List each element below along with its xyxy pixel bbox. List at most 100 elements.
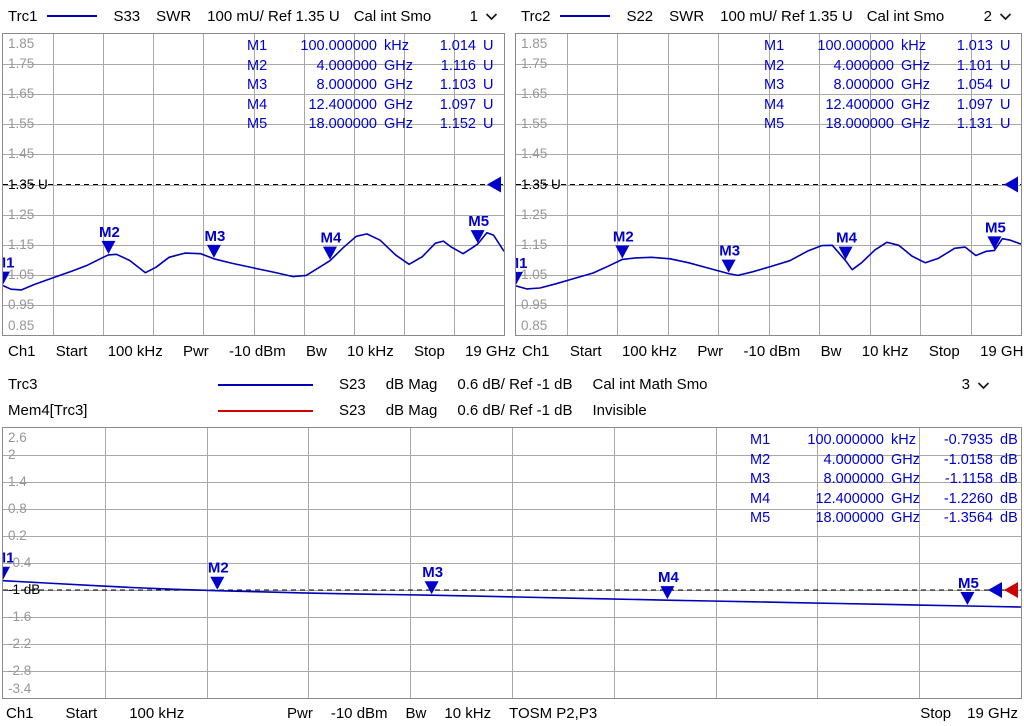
marker-triangle-icon[interactable] bbox=[660, 586, 674, 599]
marker-table-row: M38.000000GHz-1.1158dB bbox=[750, 470, 1018, 490]
marker-value: -1.3564 bbox=[927, 509, 993, 529]
scale-label: 0.6 dB/ Ref -1 dB bbox=[457, 402, 572, 419]
chart-area-2[interactable]: M1M2M3M4M5 1.851.751.651.551.451.35 U1.2… bbox=[515, 33, 1022, 336]
marker-table-row: M1100.000000kHz1.013U bbox=[764, 37, 1018, 57]
marker-label: M4 bbox=[836, 230, 857, 247]
trace-line-sample-icon bbox=[218, 384, 313, 386]
value-unit: dB bbox=[993, 490, 1018, 510]
chevron-down-icon[interactable] bbox=[977, 382, 990, 390]
ref-level-arrow-icon[interactable] bbox=[988, 582, 1002, 598]
window-number: 1 bbox=[470, 8, 478, 25]
marker-frequency: 8.000000 bbox=[794, 76, 894, 96]
marker-name: M3 bbox=[247, 76, 277, 96]
marker-frequency: 4.000000 bbox=[277, 57, 377, 77]
scale-label: 100 mU/ Ref 1.35 U bbox=[207, 8, 340, 25]
marker-table-1: M1100.000000kHz1.014UM24.000000GHz1.116U… bbox=[247, 37, 501, 135]
marker-M4[interactable]: M4 bbox=[658, 569, 679, 599]
chart-area-3[interactable]: M1M2M3M4M5 2.621.40.80.2-0.4-1 dB-1.6-2.… bbox=[2, 427, 1022, 699]
marker-triangle-icon[interactable] bbox=[960, 592, 974, 605]
y-tick-label: 0.8 bbox=[8, 501, 27, 516]
channel-setting-label: 100 kHz bbox=[129, 705, 184, 722]
memory-line-sample-icon bbox=[218, 410, 313, 412]
marker-M4[interactable]: M4 bbox=[836, 230, 857, 260]
marker-value: 1.103 bbox=[420, 76, 476, 96]
marker-label: M2 bbox=[208, 560, 229, 577]
marker-M5[interactable]: M5 bbox=[468, 213, 489, 243]
ref-level-arrow-icon[interactable] bbox=[487, 177, 501, 193]
trace-header-1[interactable]: Trc1 S33 SWR 100 mU/ Ref 1.35 U Cal int … bbox=[0, 0, 510, 32]
channel-footer-1: Ch1Start100 kHzPwr-10 dBmBw10 kHzStop19 … bbox=[0, 337, 524, 365]
frequency-unit: GHz bbox=[377, 57, 420, 77]
value-unit: U bbox=[993, 57, 1018, 77]
marker-M2[interactable]: M2 bbox=[613, 228, 634, 258]
trace-header-2[interactable]: Trc2 S22 SWR 100 mU/ Ref 1.35 U Cal int … bbox=[513, 0, 1024, 32]
marker-label: M3 bbox=[422, 564, 443, 581]
marker-value: 1.097 bbox=[937, 96, 993, 116]
y-tick-label: 0.85 bbox=[8, 318, 34, 333]
marker-name: M2 bbox=[247, 57, 277, 77]
marker-triangle-icon[interactable] bbox=[210, 577, 224, 590]
sparam-label: S23 bbox=[339, 376, 366, 393]
channel-setting-label: 10 kHz bbox=[444, 705, 491, 722]
marker-table-row: M1100.000000kHz-0.7935dB bbox=[750, 431, 1018, 451]
trace-name-label[interactable]: Trc3 bbox=[0, 376, 218, 393]
channel-setting-label: Bw bbox=[406, 705, 427, 722]
marker-triangle-icon[interactable] bbox=[425, 581, 439, 594]
marker-M5[interactable]: M5 bbox=[958, 575, 979, 605]
channel-setting-label: Stop bbox=[929, 343, 960, 360]
y-tick-label: 1.15 bbox=[521, 237, 547, 252]
marker-value: 1.014 bbox=[420, 37, 476, 57]
frequency-unit: GHz bbox=[377, 115, 420, 135]
marker-table-row: M518.000000GHz1.152U bbox=[247, 115, 501, 135]
chevron-down-icon[interactable] bbox=[999, 13, 1012, 21]
marker-M5[interactable]: M5 bbox=[985, 219, 1006, 249]
marker-triangle-icon[interactable] bbox=[323, 247, 337, 260]
marker-M3[interactable]: M3 bbox=[205, 228, 226, 258]
trace-line-Trc2 bbox=[516, 239, 1021, 289]
ref-level-label: -1 dB bbox=[8, 582, 40, 597]
marker-frequency: 100.000000 bbox=[780, 431, 884, 451]
marker-value: 1.013 bbox=[937, 37, 993, 57]
marker-M2[interactable]: M2 bbox=[99, 224, 120, 254]
marker-frequency: 8.000000 bbox=[277, 76, 377, 96]
value-unit: U bbox=[476, 57, 501, 77]
marker-M3[interactable]: M3 bbox=[719, 243, 740, 273]
marker-frequency: 100.000000 bbox=[794, 37, 894, 57]
marker-M4[interactable]: M4 bbox=[321, 230, 342, 260]
marker-triangle-icon[interactable] bbox=[471, 230, 485, 243]
channel-setting-label: Stop bbox=[414, 343, 445, 360]
frequency-unit: kHz bbox=[894, 37, 937, 57]
marker-frequency: 8.000000 bbox=[780, 470, 884, 490]
chart-area-1[interactable]: M1M2M3M4M5 1.851.751.651.551.451.35 U1.2… bbox=[2, 33, 505, 336]
frequency-unit: kHz bbox=[377, 37, 420, 57]
marker-triangle-icon[interactable] bbox=[722, 260, 736, 273]
marker-M2[interactable]: M2 bbox=[208, 560, 229, 590]
memory-trace-header[interactable]: Mem4[Trc3] S23 dB Mag 0.6 dB/ Ref -1 dB … bbox=[0, 398, 1024, 423]
channel-setting-label: Start bbox=[56, 343, 88, 360]
chevron-down-icon[interactable] bbox=[485, 13, 498, 21]
marker-table-row: M518.000000GHz-1.3564dB bbox=[750, 509, 1018, 529]
marker-label: M2 bbox=[99, 224, 120, 241]
marker-triangle-icon[interactable] bbox=[207, 245, 221, 258]
marker-table-2: M1100.000000kHz1.013UM24.000000GHz1.101U… bbox=[764, 37, 1018, 135]
marker-table-3: M1100.000000kHz-0.7935dBM24.000000GHz-1.… bbox=[750, 431, 1018, 529]
trace-header-3[interactable]: Trc3 S23 dB Mag 0.6 dB/ Ref -1 dB Cal in… bbox=[0, 372, 1024, 397]
trace-name-label[interactable]: Trc1 bbox=[0, 8, 37, 25]
frequency-unit: GHz bbox=[377, 96, 420, 116]
ref-level-arrow-icon[interactable] bbox=[1004, 177, 1018, 193]
marker-value: -1.0158 bbox=[927, 451, 993, 471]
y-tick-label: 1.05 bbox=[8, 267, 34, 282]
ref-level-arrow-icon[interactable] bbox=[1004, 582, 1018, 598]
trace-window-3: Trc3 S23 dB Mag 0.6 dB/ Ref -1 dB Cal in… bbox=[0, 366, 1024, 726]
marker-name: M4 bbox=[750, 490, 780, 510]
trace-name-label[interactable]: Mem4[Trc3] bbox=[0, 402, 218, 419]
marker-value: 1.116 bbox=[420, 57, 476, 77]
value-unit: U bbox=[993, 115, 1018, 135]
marker-triangle-icon[interactable] bbox=[839, 247, 853, 260]
marker-value: 1.054 bbox=[937, 76, 993, 96]
marker-table-row: M412.400000GHz1.097U bbox=[247, 96, 501, 116]
value-unit: dB bbox=[993, 431, 1018, 451]
marker-table-row: M412.400000GHz1.097U bbox=[764, 96, 1018, 116]
marker-table-row: M38.000000GHz1.054U bbox=[764, 76, 1018, 96]
trace-name-label[interactable]: Trc2 bbox=[513, 8, 550, 25]
